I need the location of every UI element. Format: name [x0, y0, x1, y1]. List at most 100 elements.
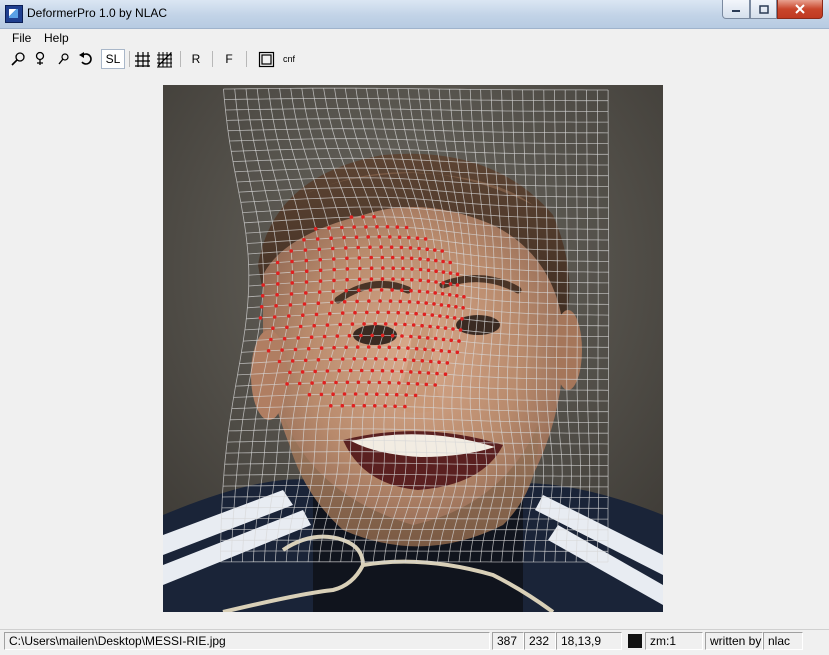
control-point[interactable]	[461, 306, 465, 310]
control-point[interactable]	[407, 382, 411, 386]
control-point[interactable]	[355, 235, 359, 239]
control-point[interactable]	[314, 227, 318, 231]
control-point[interactable]	[301, 370, 305, 374]
control-point[interactable]	[350, 215, 354, 219]
control-point[interactable]	[446, 361, 450, 365]
control-point[interactable]	[294, 348, 298, 352]
control-point[interactable]	[455, 294, 459, 298]
control-point[interactable]	[330, 301, 334, 305]
control-point[interactable]	[349, 369, 353, 373]
control-point[interactable]	[267, 349, 271, 353]
control-point[interactable]	[345, 257, 349, 261]
control-point[interactable]	[358, 267, 362, 271]
control-point[interactable]	[406, 346, 410, 350]
control-point[interactable]	[394, 322, 398, 326]
control-point[interactable]	[423, 348, 427, 352]
control-point[interactable]	[456, 351, 460, 355]
control-point[interactable]	[316, 237, 320, 241]
control-point[interactable]	[346, 267, 350, 271]
title-bar[interactable]: DeformerPro 1.0 by NLAC	[0, 0, 829, 29]
control-point[interactable]	[366, 235, 370, 239]
control-point[interactable]	[341, 404, 345, 408]
control-point[interactable]	[453, 316, 457, 320]
control-point[interactable]	[448, 293, 452, 297]
control-point[interactable]	[357, 288, 361, 292]
control-point[interactable]	[391, 369, 395, 373]
control-point[interactable]	[379, 245, 383, 249]
control-point[interactable]	[444, 372, 448, 376]
control-point[interactable]	[367, 381, 371, 385]
control-point[interactable]	[368, 245, 372, 249]
control-point[interactable]	[343, 392, 347, 396]
control-point[interactable]	[433, 291, 437, 295]
control-point[interactable]	[388, 346, 392, 350]
control-point[interactable]	[431, 348, 435, 352]
control-point[interactable]	[432, 302, 436, 306]
control-point[interactable]	[420, 324, 424, 328]
control-point[interactable]	[414, 312, 418, 316]
control-point[interactable]	[418, 335, 422, 339]
control-point[interactable]	[312, 324, 316, 328]
control-point[interactable]	[385, 393, 389, 397]
control-point[interactable]	[380, 288, 384, 292]
control-point[interactable]	[384, 357, 388, 361]
control-point[interactable]	[399, 300, 403, 304]
control-point[interactable]	[442, 270, 446, 274]
control-point[interactable]	[434, 269, 438, 273]
control-point[interactable]	[448, 350, 452, 354]
control-point[interactable]	[441, 292, 445, 296]
control-point[interactable]	[302, 238, 306, 242]
control-point[interactable]	[344, 246, 348, 250]
control-point[interactable]	[391, 256, 395, 260]
control-point[interactable]	[416, 382, 420, 386]
control-point[interactable]	[261, 294, 265, 298]
zoom-out-button[interactable]	[54, 49, 72, 69]
control-point[interactable]	[329, 236, 333, 240]
control-point[interactable]	[287, 314, 291, 318]
control-point[interactable]	[308, 393, 312, 397]
control-point[interactable]	[288, 371, 292, 375]
control-point[interactable]	[424, 301, 428, 305]
control-point[interactable]	[315, 313, 319, 317]
control-point[interactable]	[276, 261, 280, 265]
control-point[interactable]	[319, 269, 323, 273]
control-point[interactable]	[353, 311, 357, 315]
frame-button[interactable]	[255, 49, 277, 69]
control-point[interactable]	[269, 338, 273, 342]
control-point[interactable]	[289, 249, 293, 253]
control-point[interactable]	[360, 369, 364, 373]
control-point[interactable]	[426, 336, 430, 340]
control-point[interactable]	[436, 326, 440, 330]
control-point[interactable]	[276, 282, 280, 286]
control-point[interactable]	[332, 279, 336, 283]
control-point[interactable]	[394, 358, 398, 362]
control-point[interactable]	[304, 248, 308, 252]
control-point[interactable]	[342, 236, 346, 240]
control-point[interactable]	[361, 215, 365, 219]
control-point[interactable]	[381, 256, 385, 260]
control-point[interactable]	[400, 370, 404, 374]
control-point[interactable]	[457, 339, 461, 343]
control-point[interactable]	[384, 322, 388, 326]
control-point[interactable]	[427, 371, 431, 375]
control-point[interactable]	[336, 334, 340, 338]
control-point[interactable]	[431, 313, 435, 317]
control-point[interactable]	[416, 301, 420, 305]
zoom-pin-button[interactable]	[30, 49, 50, 69]
control-point[interactable]	[374, 357, 378, 361]
control-point[interactable]	[310, 335, 314, 339]
control-point[interactable]	[367, 345, 371, 349]
control-point[interactable]	[320, 346, 324, 350]
control-point[interactable]	[352, 225, 356, 229]
control-point[interactable]	[356, 246, 360, 250]
control-point[interactable]	[370, 277, 374, 281]
control-point[interactable]	[403, 405, 407, 409]
control-point[interactable]	[332, 346, 336, 350]
control-point[interactable]	[440, 349, 444, 353]
control-point[interactable]	[345, 278, 349, 282]
menu-file[interactable]: File	[12, 31, 31, 45]
control-point[interactable]	[365, 311, 369, 315]
control-point[interactable]	[275, 293, 279, 297]
control-point[interactable]	[358, 256, 362, 260]
menu-help[interactable]: Help	[44, 31, 69, 45]
